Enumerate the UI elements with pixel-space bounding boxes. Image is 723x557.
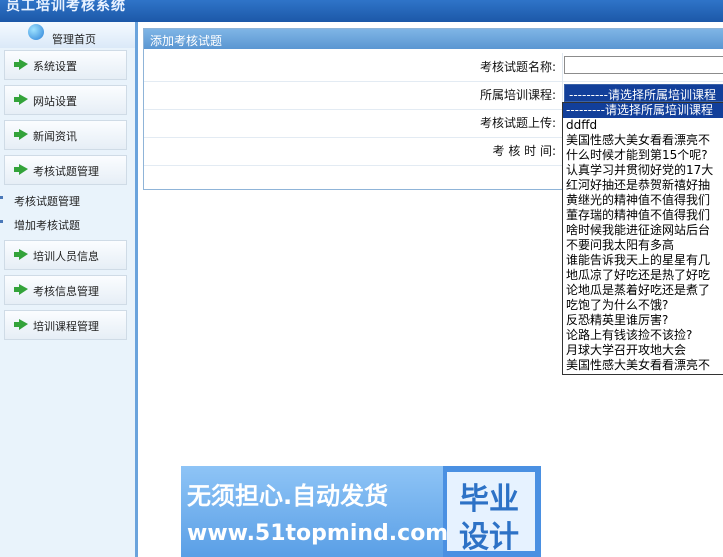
dropdown-option[interactable]: 啥时候我能进征途网站后台 (563, 223, 723, 238)
sub-item-add-exam[interactable]: 增加考核试题 (0, 214, 135, 238)
banner-line2: www.51topmind.com (187, 521, 449, 546)
dropdown-option[interactable]: 美国性感大美女看看漂亮不 (563, 133, 723, 148)
upload-label: 考核试题上传: (479, 116, 556, 130)
arrow-icon (14, 249, 28, 260)
row-divider (562, 53, 563, 81)
bullet-icon (0, 196, 3, 199)
dropdown-option[interactable]: 论地瓜是蒸着好吃还是煮了 (563, 283, 723, 298)
sidebar-item-courses[interactable]: 培训课程管理 (4, 310, 127, 340)
home-label: 管理首页 (52, 33, 96, 46)
arrow-icon (14, 319, 28, 330)
dropdown-option[interactable]: 什么时候才能到第15个呢? (563, 148, 723, 163)
sidebar: 管理首页 系统设置 网站设置 新闻资讯 考核试题管理 考核试题管理 增加考核试题… (0, 22, 138, 557)
sidebar-item-system[interactable]: 系统设置 (4, 50, 127, 80)
dropdown-option[interactable]: 吃饱了为什么不饿? (563, 298, 723, 313)
sub-item-exam-manage[interactable]: 考核试题管理 (0, 190, 135, 214)
sidebar-item-trainees[interactable]: 培训人员信息 (4, 240, 127, 270)
dropdown-option[interactable]: ddffd (563, 118, 723, 133)
sidebar-item-label: 培训课程管理 (33, 320, 99, 333)
arrow-icon (14, 284, 28, 295)
exam-name-input[interactable] (564, 56, 723, 74)
sidebar-item-label: 新闻资讯 (33, 130, 77, 143)
dropdown-option[interactable]: 谁能告诉我天上的星星有几 (563, 253, 723, 268)
banner-right: 毕业 设计 (447, 472, 535, 555)
banner-line1: 无须担心.自动发货 (187, 482, 389, 510)
dropdown-option[interactable]: 红河好抽还是恭贺新禧好抽 (563, 178, 723, 193)
sidebar-item-label: 培训人员信息 (33, 250, 99, 263)
dropdown-option[interactable]: 美国性感大美女看看漂亮不 (563, 358, 723, 373)
course-select-value: ---------请选择所属培训课程 (569, 88, 716, 102)
dropdown-option[interactable]: 董存瑞的精神值不值得我们 (563, 208, 723, 223)
sidebar-item-label: 考核试题管理 (33, 165, 99, 178)
sidebar-item-label: 考核信息管理 (33, 285, 99, 298)
arrow-icon (14, 129, 28, 140)
course-dropdown-list[interactable]: ---------请选择所属培训课程 ddffd 美国性感大美女看看漂亮不 什么… (562, 102, 723, 375)
bullet-icon (0, 220, 3, 223)
panel-header: 添加考核试题 (144, 29, 723, 49)
course-select[interactable]: ---------请选择所属培训课程 (564, 84, 723, 102)
watermark-banner: 无须担心.自动发货 www.51topmind.com 毕业 设计 (181, 466, 541, 557)
app-title: 员工培训考核系统 (6, 0, 126, 14)
sidebar-item-exams[interactable]: 考核试题管理 (4, 155, 127, 185)
dropdown-option[interactable]: 黄继光的精神值不值得我们 (563, 193, 723, 208)
sidebar-item-label: 系统设置 (33, 60, 77, 73)
sidebar-item-site[interactable]: 网站设置 (4, 85, 127, 115)
dropdown-option[interactable]: 认真学习并贯彻好党的17大 (563, 163, 723, 178)
sidebar-item-label: 网站设置 (33, 95, 77, 108)
banner-right2: 设计 (459, 520, 519, 555)
panel-title: 添加考核试题 (150, 34, 223, 48)
banner-left: 无须担心.自动发货 www.51topmind.com (181, 466, 448, 557)
arrow-icon (14, 164, 28, 175)
course-label: 所属培训课程: (479, 88, 556, 102)
sidebar-home[interactable]: 管理首页 (0, 22, 135, 48)
dropdown-option[interactable]: 反恐精英里谁厉害? (563, 313, 723, 328)
dropdown-option[interactable]: 论路上有钱该捡不该捡? (563, 328, 723, 343)
dropdown-option[interactable]: ---------请选择所属培训课程 (563, 103, 723, 118)
sub-item-label: 增加考核试题 (14, 219, 80, 232)
dropdown-option[interactable]: 不要问我太阳有多高 (563, 238, 723, 253)
time-label: 考 核 时 间: (492, 144, 557, 158)
sidebar-item-exam-info[interactable]: 考核信息管理 (4, 275, 127, 305)
arrow-icon (14, 59, 28, 70)
dropdown-option[interactable]: 地瓜凉了好吃还是热了好吃 (563, 268, 723, 283)
sidebar-item-news[interactable]: 新闻资讯 (4, 120, 127, 150)
top-bar: 员工培训考核系统 (0, 0, 723, 22)
arrow-icon (14, 94, 28, 105)
row-exam-name: 考核试题名称: (144, 53, 723, 82)
globe-icon (28, 24, 44, 40)
dropdown-option[interactable]: 月球大学召开攻地大会 (563, 343, 723, 358)
exam-name-label: 考核试题名称: (479, 60, 556, 74)
sub-item-label: 考核试题管理 (14, 195, 80, 208)
